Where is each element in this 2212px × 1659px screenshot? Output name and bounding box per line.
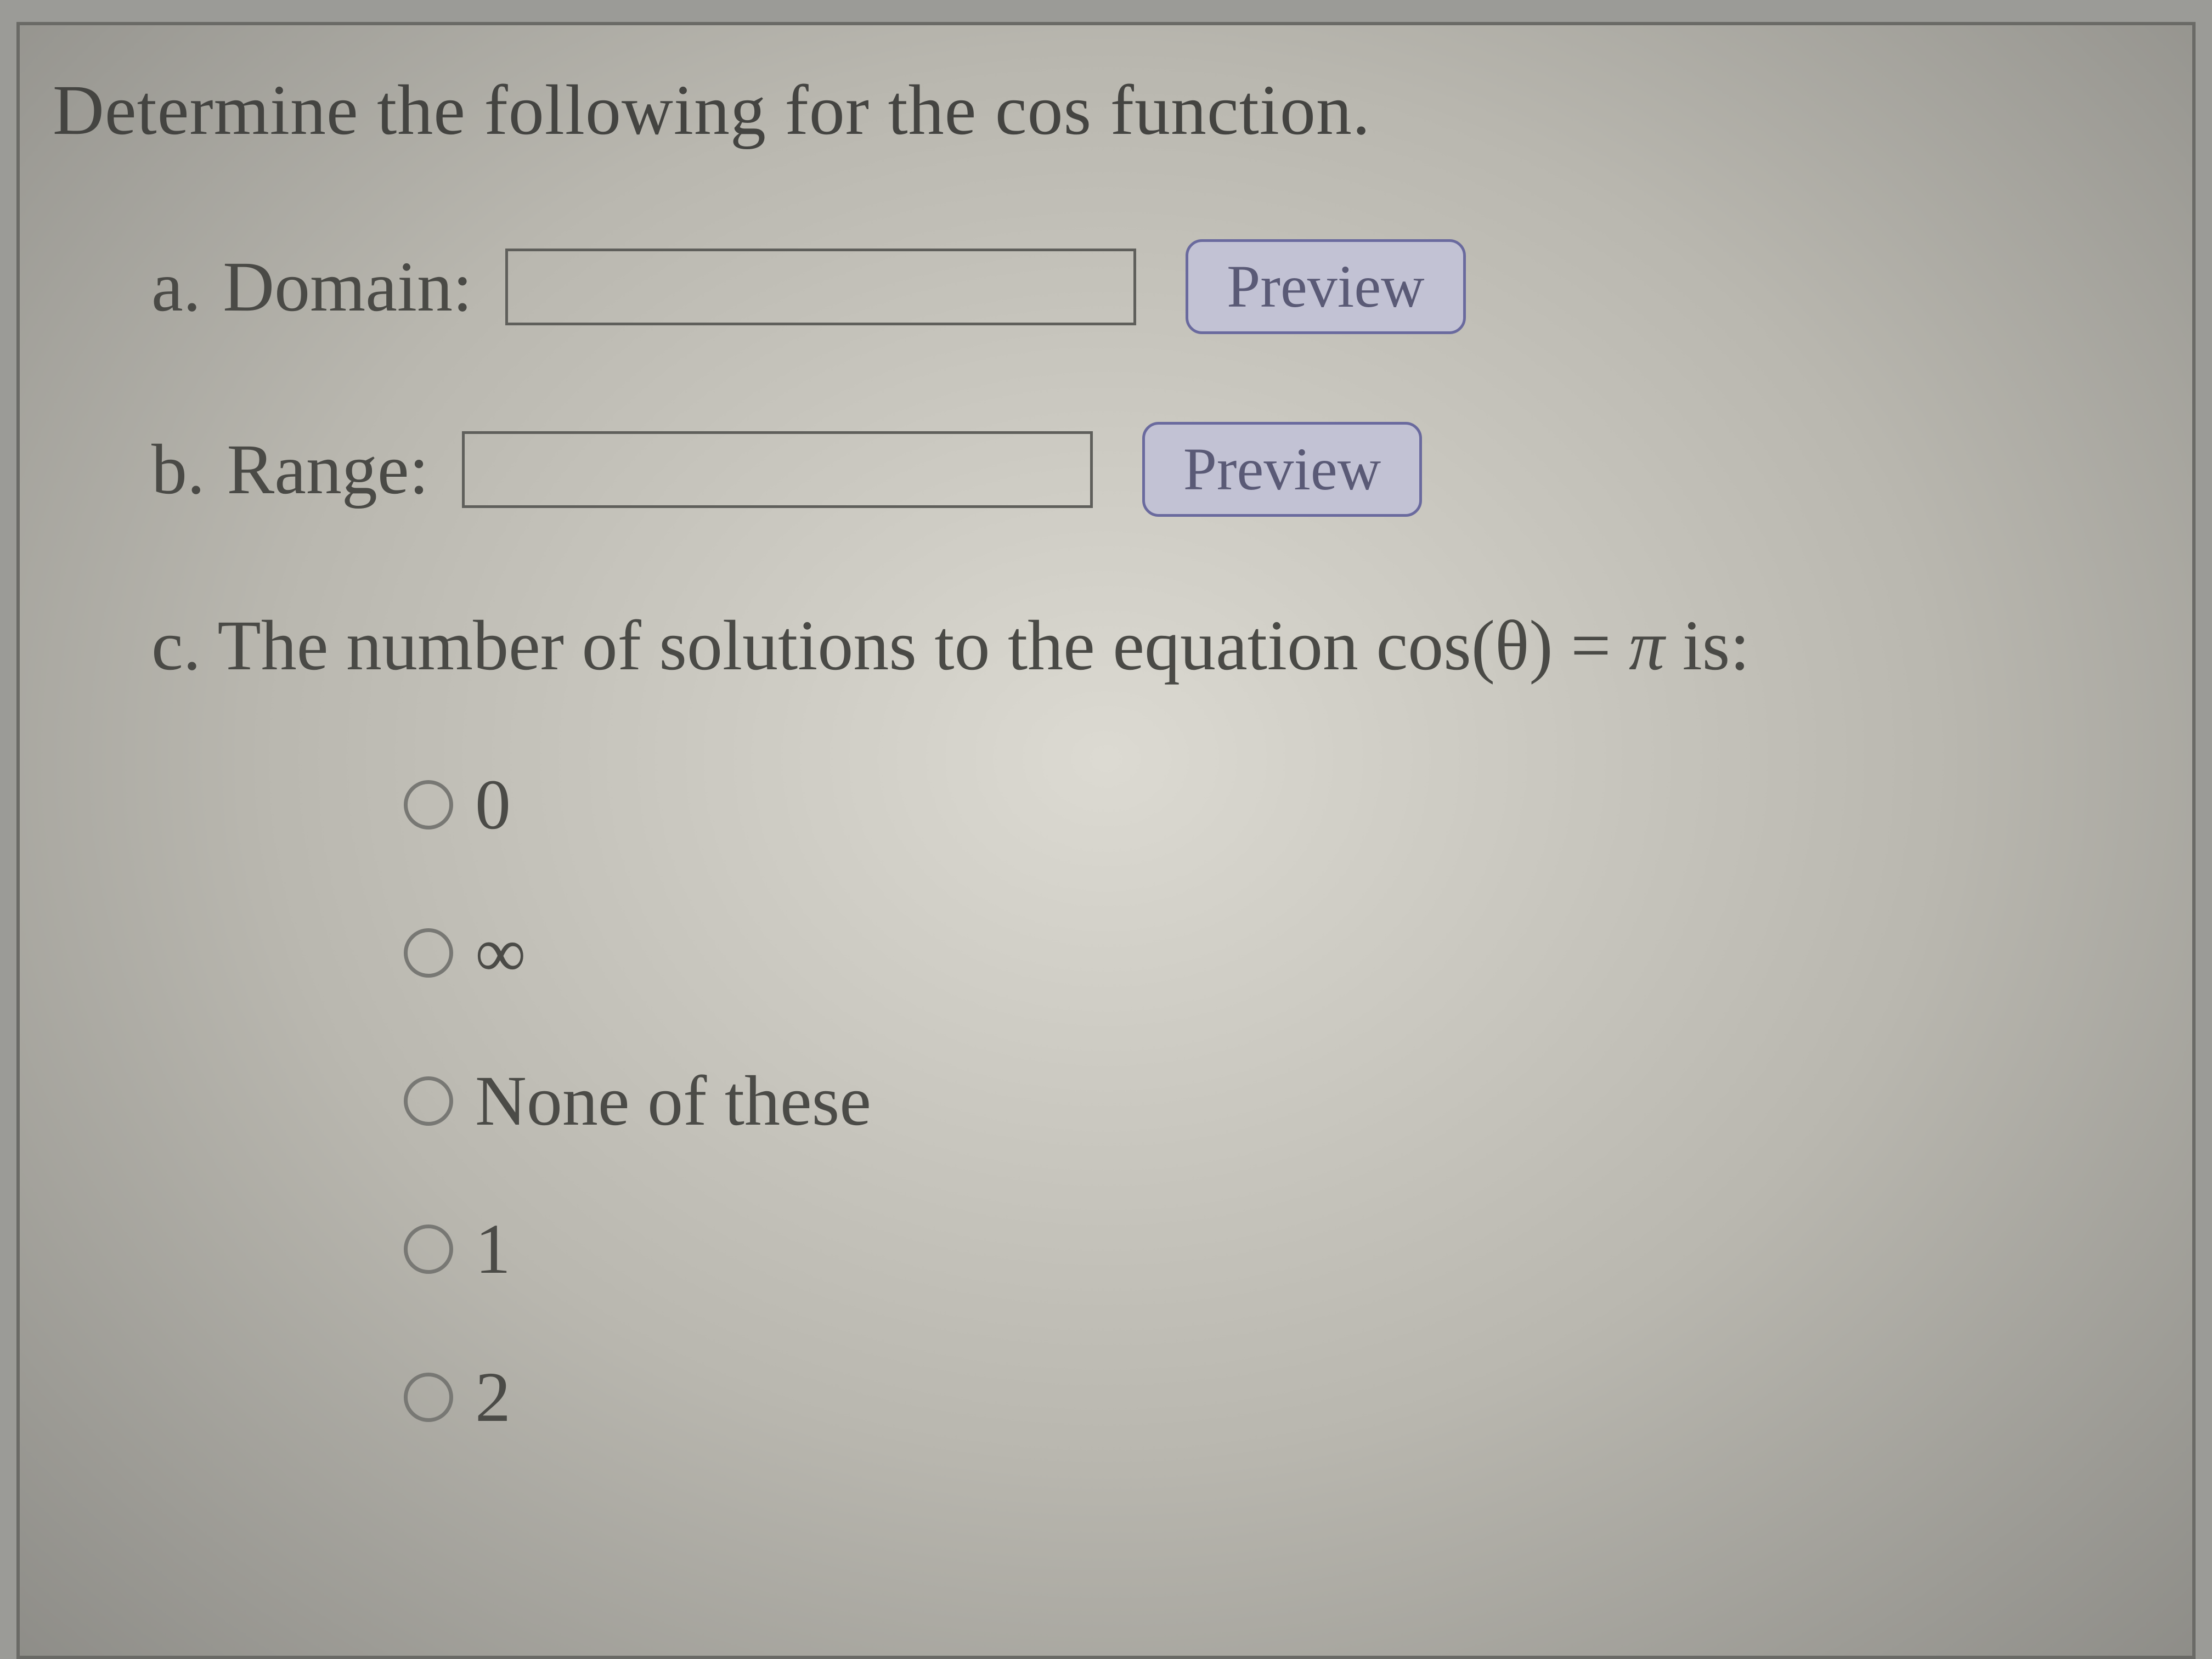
range-input[interactable] [462,431,1093,508]
options-group: 0 ∞ None of these 1 2 [404,764,2159,1438]
radio-icon[interactable] [404,1076,453,1126]
radio-icon[interactable] [404,928,453,978]
option-label: 1 [475,1208,511,1290]
preview-button-b[interactable]: Preview [1142,422,1422,517]
question-panel: Determine the following for the cos func… [16,22,2196,1659]
option-1[interactable]: 1 [404,1208,2159,1290]
preview-button-a[interactable]: Preview [1186,239,1465,334]
equation-rhs: π [1629,606,1664,685]
option-label: None of these [475,1060,871,1142]
option-label: 2 [475,1356,511,1438]
option-infinity[interactable]: ∞ [404,912,2159,994]
equation-lhs: cos(θ) [1376,606,1553,685]
equation-eq: = [1553,606,1629,685]
domain-input[interactable] [505,249,1136,325]
question-prompt: Determine the following for the cos func… [53,69,2159,151]
option-none[interactable]: None of these [404,1060,2159,1142]
part-c-before: The number of solutions to the equation [217,606,1376,685]
part-c-letter: c. [151,606,201,685]
option-2[interactable]: 2 [404,1356,2159,1438]
part-b-row: b. Range: Preview [151,422,2159,517]
part-a-label: Domain: [223,246,472,328]
option-label: ∞ [475,912,526,994]
option-0[interactable]: 0 [404,764,2159,846]
radio-icon[interactable] [404,1224,453,1274]
part-b-label: Range: [227,428,429,511]
part-c-after: is: [1664,606,1750,685]
screen-background: Determine the following for the cos func… [0,0,2212,1659]
part-c-text: c. The number of solutions to the equati… [151,605,2159,687]
radio-icon[interactable] [404,1373,453,1422]
part-b-letter: b. [151,428,205,511]
radio-icon[interactable] [404,780,453,830]
part-a-letter: a. [151,246,201,328]
option-label: 0 [475,764,511,846]
part-a-row: a. Domain: Preview [151,239,2159,334]
